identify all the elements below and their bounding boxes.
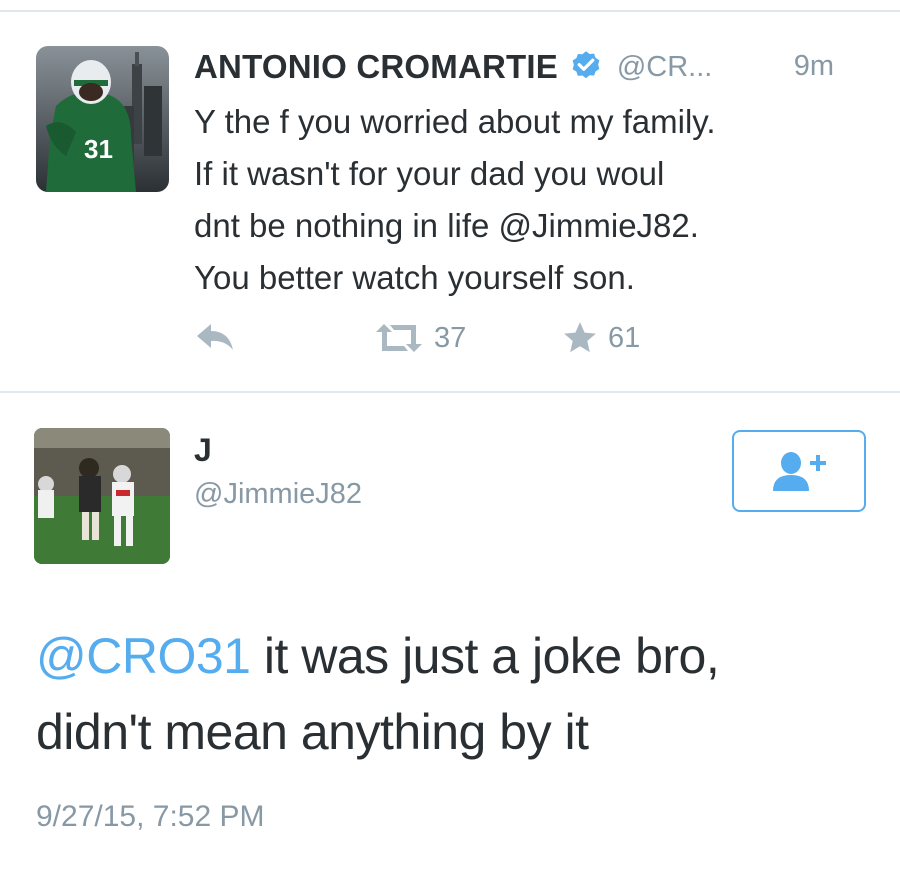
tweet-timestamp[interactable]: 9/27/15, 7:52 PM [36, 800, 265, 834]
mention-link[interactable]: @CRO31 [36, 628, 251, 684]
reply-icon [197, 324, 233, 350]
avatar-cromartie[interactable]: 31 [36, 46, 169, 192]
tweet-time: 9m [793, 50, 834, 82]
follow-user-icon [773, 452, 826, 491]
tweet-text-rest: it was just a joke bro, [250, 628, 720, 684]
star-icon [564, 322, 596, 353]
favorite-button[interactable]: 61 [560, 318, 640, 358]
retweet-button[interactable]: 37 [372, 318, 466, 358]
tweet-text-line: You better watch yourself son. [194, 259, 635, 296]
follow-button[interactable] [732, 430, 866, 512]
tweet-divider [0, 391, 900, 393]
reply-button[interactable] [193, 318, 239, 358]
tweet-text-line: @CRO31 it was just a joke bro, [36, 618, 876, 694]
tweet-actions: 37 61 [0, 318, 900, 358]
svg-text:31: 31 [84, 134, 113, 164]
tweet-text-line: dnt be nothing in life @JimmieJ82. [194, 207, 699, 244]
tweet-text: Y the f you worried about my family. If … [194, 96, 884, 304]
author-handle[interactable]: @CR... [617, 51, 713, 83]
author-handle[interactable]: @JimmieJ82 [194, 478, 362, 511]
retweet-count: 37 [434, 321, 467, 354]
avatar-cromartie-image: 31 [36, 46, 169, 192]
author-name[interactable]: ANTONIO CROMARTIE [194, 48, 558, 85]
tweet-text-line: Y the f you worried about my family. [194, 103, 716, 140]
tweet-text: @CRO31 it was just a joke bro, didn't me… [36, 618, 876, 770]
tweet-header: ANTONIO CROMARTIE @CR... 9m [194, 48, 874, 88]
tweet-text-line: didn't mean anything by it [36, 704, 589, 760]
favorite-count: 61 [608, 321, 641, 354]
author-name[interactable]: J [194, 432, 212, 469]
avatar-jimmie-image [34, 428, 170, 564]
retweet-icon [376, 324, 422, 352]
tweet-text-line: If it wasn't for your dad you woul [194, 155, 665, 192]
verified-badge-icon [568, 49, 604, 85]
tweet-cromartie[interactable]: 31 ANTONIO CROMARTIE @CR... 9m Y the f y… [0, 12, 900, 392]
avatar-jimmie[interactable] [34, 428, 170, 564]
